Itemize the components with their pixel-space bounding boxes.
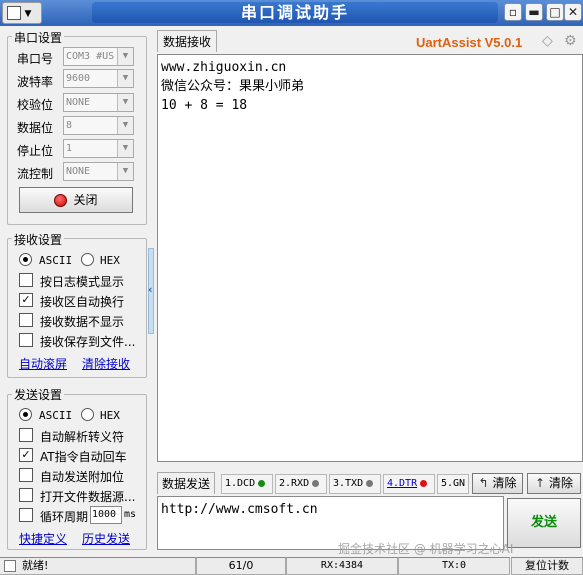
databits-label: 数据位: [17, 121, 54, 135]
chevron-down-icon: ▼: [117, 48, 133, 65]
log-mode-checkbox[interactable]: [19, 273, 33, 287]
port-label: 串口号: [17, 52, 54, 66]
send-hex-radio[interactable]: [81, 408, 94, 421]
window-title: 串口调试助手: [92, 2, 498, 23]
signal-rxd[interactable]: 2.RXD: [275, 474, 327, 494]
file-source-checkbox[interactable]: [19, 488, 33, 502]
signal-gnd[interactable]: 5.GN: [437, 474, 469, 494]
auto-wrap-label: 接收区自动换行: [40, 295, 125, 309]
receive-ascii-label: ASCII: [39, 254, 73, 267]
receive-hex-radio[interactable]: [81, 253, 94, 266]
parity-label: 校验位: [17, 98, 54, 112]
close-icon[interactable]: ✕: [564, 3, 582, 21]
status-ready: 就绪!: [0, 557, 196, 575]
signal-txd[interactable]: 3.TXD: [329, 474, 381, 494]
diamond-icon[interactable]: ◇: [542, 34, 558, 48]
tab-send[interactable]: 数据发送: [157, 472, 215, 494]
flowcontrol-select[interactable]: NONE ▼: [63, 162, 134, 181]
dtr-indicator-icon: [420, 479, 428, 487]
settings-icon[interactable]: ⚙: [564, 34, 582, 48]
loop-period-label: 循环周期: [40, 510, 89, 524]
escape-parse-checkbox[interactable]: [19, 428, 33, 442]
collapse-arrow-icon[interactable]: ‹: [148, 283, 153, 296]
clear-receive-link[interactable]: 清除接收: [82, 355, 130, 372]
save-to-file-label: 接收保存到文件...: [40, 335, 136, 349]
up-arrow-icon: ↑: [535, 476, 546, 490]
receive-textarea[interactable]: www.zhiguoxin.cn 微信公众号：果果小师弟 10 + 8 = 18: [157, 54, 583, 462]
send-ascii-radio[interactable]: [19, 408, 32, 421]
send-hex-label: HEX: [100, 409, 120, 422]
stopbits-label: 停止位: [17, 144, 54, 158]
rxd-indicator-icon: [312, 479, 320, 487]
send-button[interactable]: 发送: [507, 498, 581, 548]
signal-dcd[interactable]: 1.DCD: [221, 474, 273, 494]
at-auto-return-checkbox[interactable]: ✓: [19, 448, 33, 462]
reset-count-button[interactable]: 复位计数: [511, 557, 583, 575]
port-select[interactable]: COM3 #US ▼: [63, 47, 134, 66]
append-bits-label: 自动发送附加位: [40, 470, 125, 484]
hide-data-checkbox[interactable]: [19, 313, 33, 327]
chevron-down-icon: ▼: [117, 117, 133, 134]
clear-send-button-2[interactable]: ↑ 清除: [527, 473, 581, 494]
save-to-file-checkbox[interactable]: [19, 333, 33, 347]
chevron-down-icon: ▼: [117, 163, 133, 180]
at-auto-return-label: AT指令自动回车: [40, 450, 127, 464]
period-unit: ms: [124, 509, 137, 520]
receive-ascii-radio[interactable]: [19, 253, 32, 266]
baud-select[interactable]: 9600 ▼: [63, 69, 134, 88]
chevron-down-icon: ▼: [24, 9, 32, 19]
app-icon: [7, 6, 21, 20]
period-input[interactable]: 1000: [90, 506, 122, 524]
shortcut-define-link[interactable]: 快捷定义: [19, 530, 67, 547]
parity-select[interactable]: NONE ▼: [63, 93, 134, 112]
maximize-icon[interactable]: □: [546, 3, 564, 21]
hide-data-label: 接收数据不显示: [40, 315, 125, 329]
auto-wrap-checkbox[interactable]: ✓: [19, 293, 33, 307]
receive-settings-title: 接收设置: [12, 231, 65, 248]
baud-label: 波特率: [17, 75, 54, 89]
status-count: 61/0: [196, 557, 286, 575]
log-mode-label: 按日志模式显示: [40, 275, 125, 289]
undo-arrow-icon: ↰: [478, 476, 489, 490]
append-bits-checkbox[interactable]: [19, 468, 33, 482]
send-settings-title: 发送设置: [12, 386, 65, 403]
status-led-icon: [54, 194, 68, 207]
close-port-button[interactable]: 关闭: [19, 187, 133, 213]
txd-indicator-icon: [366, 479, 374, 487]
escape-parse-label: 自动解析转义符: [40, 430, 125, 444]
title-bar: ▼ 串口调试助手 ▫ ▬ □ ✕: [0, 0, 583, 26]
status-tx: TX:0: [398, 557, 510, 575]
chevron-down-icon: ▼: [117, 140, 133, 157]
status-rx: RX:4384: [286, 557, 398, 575]
chevron-down-icon: ▼: [117, 70, 133, 87]
flowcontrol-label: 流控制: [17, 167, 54, 181]
send-ascii-label: ASCII: [39, 409, 73, 422]
watermark: 掘金技术社区 @ 机器学习之心AI: [338, 542, 514, 556]
chevron-down-icon: ▼: [117, 94, 133, 111]
dcd-indicator-icon: [258, 479, 266, 487]
system-menu-button[interactable]: ▼: [2, 2, 42, 24]
stopbits-select[interactable]: 1 ▼: [63, 139, 134, 158]
brand-name: UartAssist V5.0.1: [416, 35, 523, 50]
loop-period-checkbox[interactable]: [19, 508, 33, 522]
file-source-label: 打开文件数据源...: [40, 490, 136, 504]
restore-icon[interactable]: ▫: [504, 3, 522, 21]
signal-dtr[interactable]: 4.DTR: [383, 474, 435, 494]
tab-receive[interactable]: 数据接收: [157, 30, 217, 52]
auto-scroll-link[interactable]: 自动滚屏: [19, 355, 67, 372]
minimize-icon[interactable]: ▬: [525, 3, 543, 21]
history-send-link[interactable]: 历史发送: [82, 530, 130, 547]
serial-settings-title: 串口设置: [12, 29, 65, 46]
receive-hex-label: HEX: [100, 254, 120, 267]
app-small-icon: [4, 560, 16, 572]
clear-send-button-1[interactable]: ↰ 清除: [472, 473, 523, 494]
databits-select[interactable]: 8 ▼: [63, 116, 134, 135]
